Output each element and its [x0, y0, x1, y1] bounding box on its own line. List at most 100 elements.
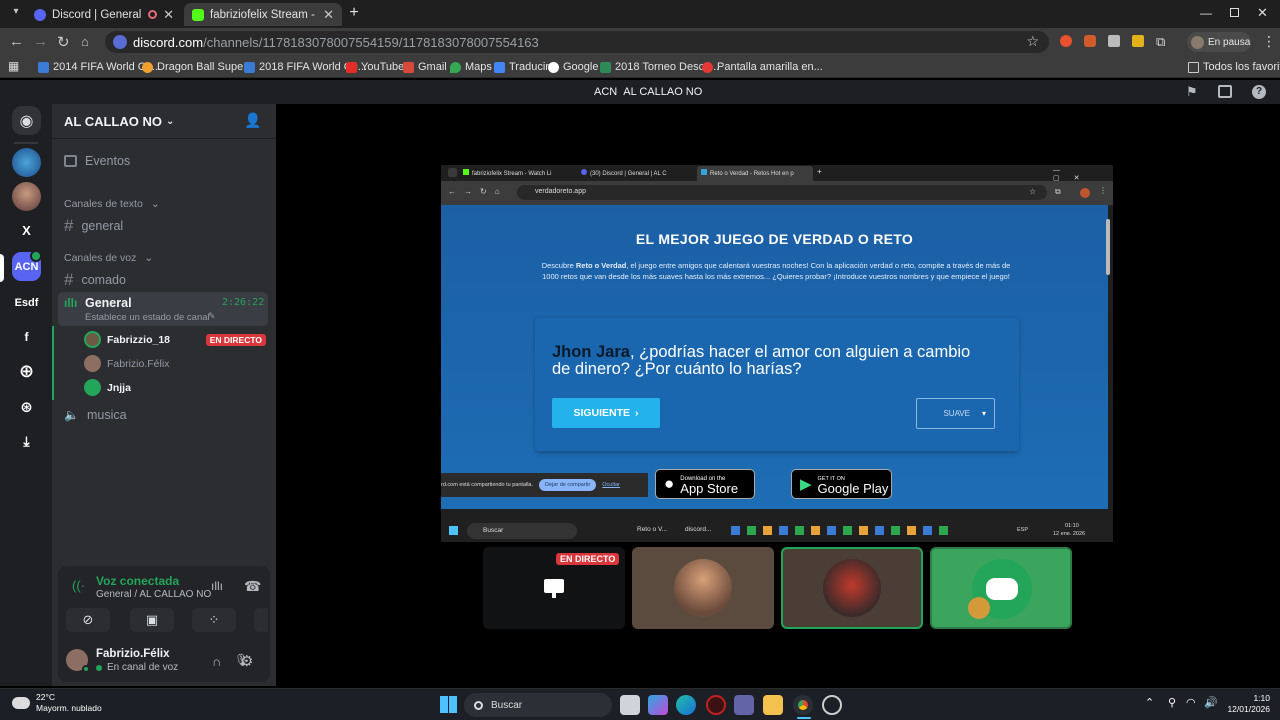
bookmark-item[interactable]: YouTube — [346, 59, 404, 75]
reto-favicon-icon — [701, 169, 707, 175]
voice-connection-panel: ((· Voz conectada General / AL CALLAO NO… — [58, 566, 286, 682]
settings-gear-icon[interactable]: ⚙ — [240, 652, 253, 670]
voice-channels-category[interactable]: Canales de voz ⌄ — [64, 252, 153, 264]
weather-widget[interactable]: 22°C Mayorm. nublado — [12, 692, 102, 714]
voice-user[interactable]: Fabrizzio_18 EN DIRECTO — [84, 331, 266, 348]
close-tab-icon[interactable]: ✕ — [323, 7, 334, 23]
profile-button[interactable]: En pausa — [1187, 32, 1251, 52]
back-icon[interactable]: ← — [9, 33, 24, 50]
online-dot — [82, 665, 90, 673]
app-icon[interactable] — [822, 695, 842, 715]
server-header[interactable]: AL CALLAO NO ⌄ — [64, 114, 174, 129]
participant-tile-user[interactable] — [781, 547, 923, 629]
voice-channel-musica[interactable]: 🔈 musica — [64, 408, 127, 422]
next-button[interactable]: SIGUIENTE › — [552, 398, 660, 428]
inbox-flag-icon[interactable]: ⚑ — [1186, 84, 1198, 100]
edit-pencil-icon[interactable]: ✎ — [208, 311, 216, 322]
wifi-icon[interactable]: ◠ — [1186, 696, 1196, 709]
add-server-icon[interactable]: ⊕ — [12, 357, 41, 386]
screen-share-button[interactable]: ▣ — [130, 608, 174, 632]
server-icon-avatar[interactable] — [12, 182, 41, 211]
voice-user[interactable]: Jnjja — [84, 379, 131, 396]
apps-grid-icon[interactable]: ▦ — [8, 59, 19, 73]
help-icon[interactable]: ? — [1252, 85, 1266, 99]
clock[interactable]: 1:10 12/01/2026 — [1222, 693, 1270, 715]
menu-icon[interactable]: ⋮ — [1262, 33, 1276, 50]
participant-tile-stream[interactable]: EN DIRECTO — [483, 547, 625, 629]
app-icon[interactable] — [706, 695, 726, 715]
url-bar[interactable]: discord.com/channels/1178183078007554159… — [105, 31, 1049, 53]
bookmark-item[interactable]: Gmail — [403, 59, 447, 75]
weather-cloud-icon — [12, 697, 30, 709]
text-channels-category[interactable]: Canales de texto ⌄ — [64, 198, 160, 210]
site-info-icon[interactable] — [113, 35, 127, 49]
speaker-icon: 🔈 — [64, 408, 79, 422]
maps-icon — [450, 61, 461, 73]
server-f[interactable]: f — [12, 322, 41, 351]
channel-comado[interactable]: # comado — [64, 270, 126, 290]
level-select[interactable]: SUAVE ▾ — [916, 398, 995, 429]
browser-tab-stream[interactable]: fabriziofelix Stream - Watch Liv ✕ — [184, 3, 342, 26]
google-icon — [548, 61, 559, 73]
bookmark-star-icon[interactable]: ☆ — [1026, 33, 1039, 50]
all-bookmarks[interactable]: Todos los favoritos — [1188, 59, 1280, 75]
extension-icon-1[interactable] — [1060, 35, 1072, 47]
volume-icon[interactable]: 🔊 — [1204, 696, 1218, 709]
download-icon[interactable]: ⤓ — [12, 427, 41, 456]
noise-suppression-icon[interactable]: ıllı — [211, 579, 223, 593]
monitor-icon — [544, 579, 564, 593]
extensions-puzzle-icon[interactable]: ⧉ — [1156, 34, 1165, 50]
server-esdf[interactable]: Esdf — [12, 288, 41, 317]
tab-list-icon[interactable]: ▾ — [8, 6, 24, 22]
extension-icon-2[interactable] — [1084, 35, 1096, 47]
server-x[interactable]: X — [12, 216, 41, 245]
close-tab-icon[interactable]: ✕ — [163, 7, 174, 23]
teams-icon[interactable] — [734, 695, 754, 715]
home-icon[interactable]: ⌂ — [81, 34, 89, 49]
server-icon-globe[interactable] — [12, 148, 41, 177]
events-item[interactable]: Eventos — [64, 154, 130, 168]
voice-channel-general[interactable]: ıllı General 2:26:22 Establece un estado… — [58, 292, 268, 326]
forward-icon[interactable]: → — [33, 33, 48, 50]
hash-icon: # — [64, 216, 74, 235]
edge-icon[interactable] — [676, 695, 696, 715]
browser-tab-discord[interactable]: Discord | General | AL CALL ✕ — [26, 3, 182, 26]
minimize-icon[interactable]: — — [1200, 6, 1212, 20]
reload-icon[interactable]: ↻ — [57, 33, 70, 51]
extension-icon-4[interactable] — [1132, 35, 1144, 47]
youtube-icon — [346, 61, 357, 73]
taskbar-search[interactable]: Buscar — [464, 693, 612, 717]
new-tab-button[interactable]: + — [346, 5, 362, 21]
disconnect-icon[interactable]: ☎ — [244, 578, 261, 595]
start-windows-icon[interactable] — [440, 696, 457, 713]
close-window-icon[interactable]: ✕ — [1257, 5, 1268, 21]
bookmark-item[interactable]: Google — [548, 59, 598, 75]
scrollbar — [1106, 219, 1110, 275]
file-explorer-icon[interactable] — [763, 695, 783, 715]
participant-tile-discord-user[interactable] — [930, 547, 1072, 629]
copilot-icon[interactable] — [648, 695, 668, 715]
bookmark-item[interactable]: Dragon Ball Super... — [142, 59, 255, 75]
activities-button[interactable]: ⁘ — [192, 608, 236, 632]
chevron-up-icon[interactable]: ⌃ — [1145, 696, 1154, 709]
discord-home-button[interactable]: ◉ — [12, 106, 41, 135]
invite-people-icon[interactable]: 👤 — [244, 112, 261, 129]
chrome-icon[interactable] — [793, 695, 813, 715]
maximize-icon[interactable] — [1230, 8, 1239, 17]
participant-tile-user[interactable] — [632, 547, 774, 629]
avatar — [674, 559, 732, 617]
extension-icon-3[interactable] — [1108, 35, 1120, 47]
voice-user[interactable]: Fabrizio.Félix — [84, 355, 169, 372]
headphones-icon[interactable]: ∩ — [212, 654, 221, 669]
bookmark-item[interactable]: Traducir — [494, 59, 549, 75]
soundboard-button[interactable] — [254, 608, 268, 632]
camera-off-button[interactable]: ⊘ — [66, 608, 110, 632]
inbox-icon[interactable] — [1218, 85, 1232, 98]
channel-general-text[interactable]: # general — [64, 216, 123, 236]
task-view-icon[interactable] — [620, 695, 640, 715]
bookmark-item[interactable]: Maps — [450, 59, 492, 75]
discover-compass-icon[interactable]: ⊛ — [12, 392, 41, 421]
shared-screen[interactable]: fabriziofelix Stream - Watch Li (30) Dis… — [441, 165, 1113, 542]
inner-app: Reto o V... — [637, 526, 668, 533]
bookmark-item[interactable]: Pantalla amarilla en... — [702, 59, 823, 75]
